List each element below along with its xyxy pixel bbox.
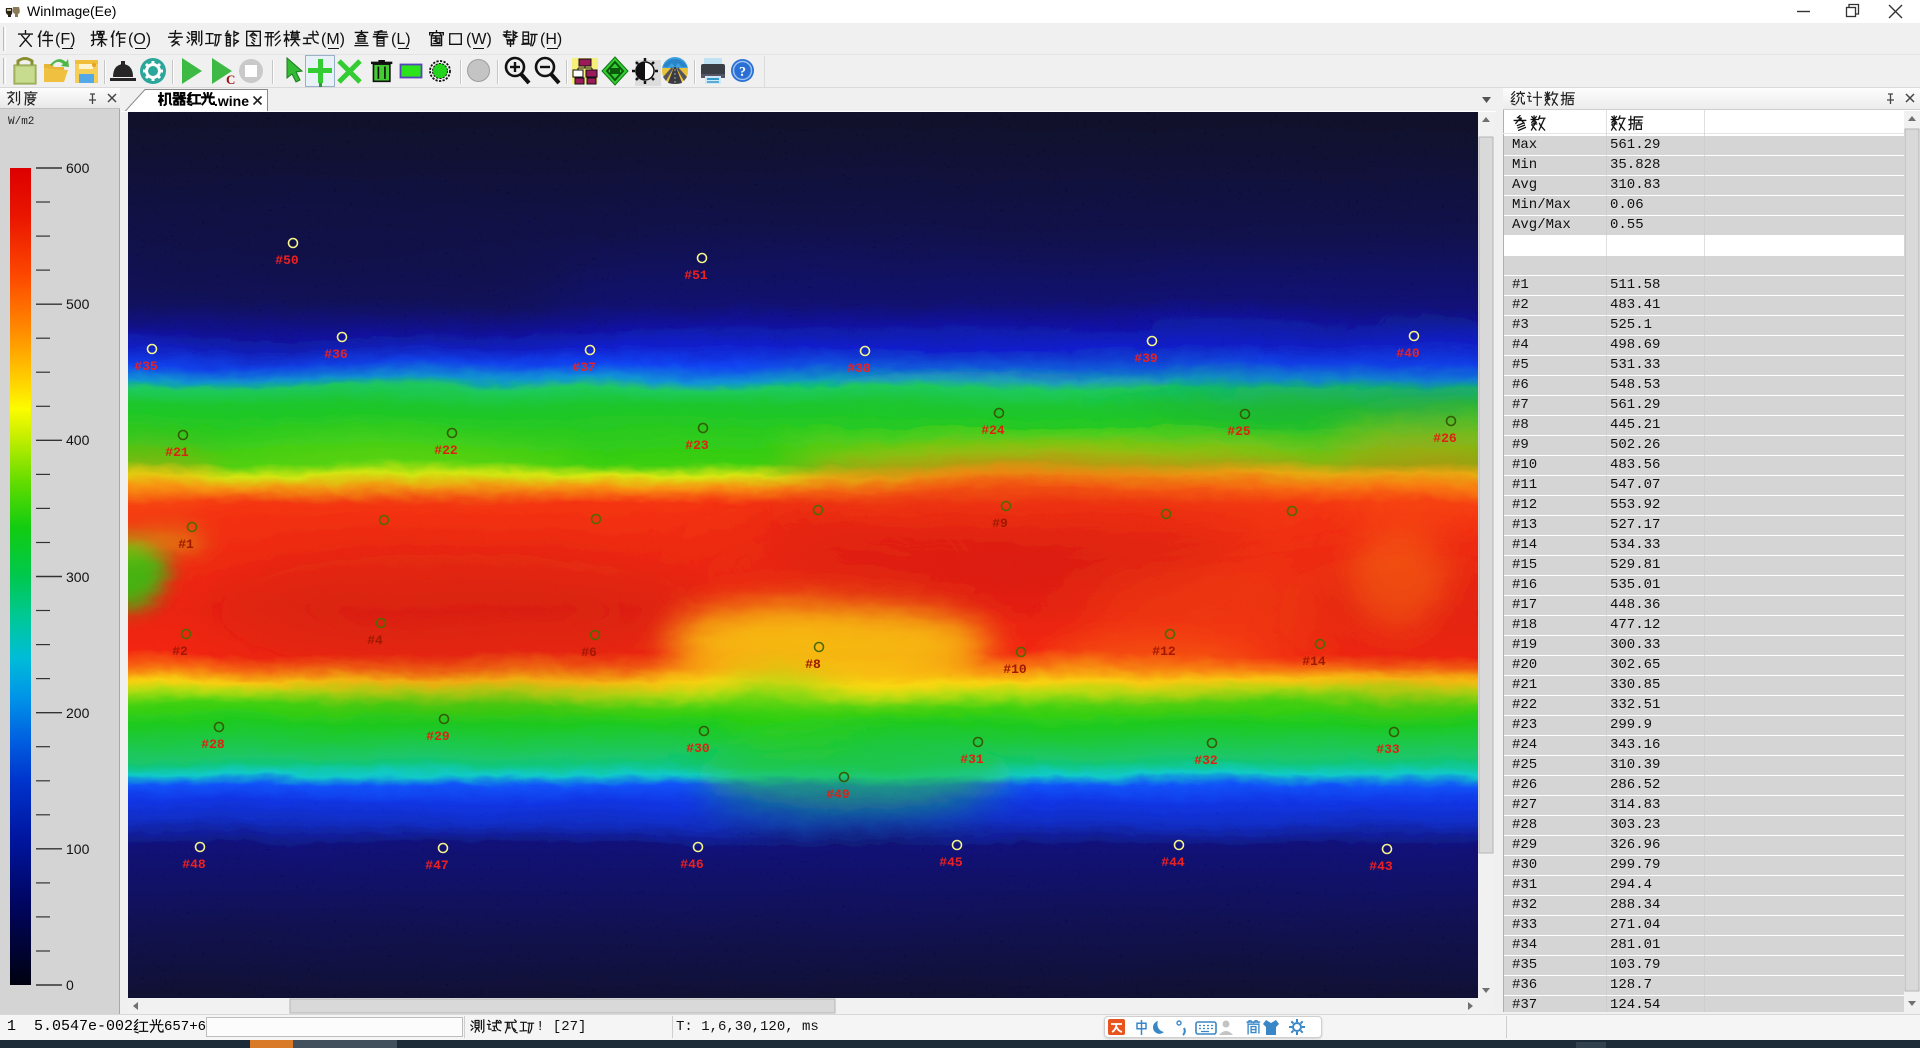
svg-text:#1: #1	[178, 537, 194, 552]
svg-text:#48: #48	[182, 857, 206, 872]
svg-text:#45: #45	[939, 855, 963, 870]
svg-text:#12: #12	[1152, 644, 1176, 659]
svg-text:#29: #29	[426, 729, 450, 744]
svg-text:#25: #25	[1227, 424, 1251, 439]
svg-text:#9: #9	[992, 516, 1008, 531]
svg-text:#23: #23	[685, 438, 709, 453]
svg-text:#31: #31	[960, 752, 984, 767]
svg-text:#14: #14	[1302, 654, 1326, 669]
svg-text:#6: #6	[581, 645, 597, 660]
svg-text:#49: #49	[826, 787, 850, 802]
svg-text:#46: #46	[680, 857, 704, 872]
svg-text:#21: #21	[165, 445, 189, 460]
svg-text:#22: #22	[434, 443, 458, 458]
svg-text:#26: #26	[1433, 431, 1457, 446]
svg-text:#50: #50	[275, 253, 299, 268]
svg-text:#33: #33	[1376, 742, 1400, 757]
svg-text:#40: #40	[1396, 346, 1420, 361]
svg-text:C: C	[226, 72, 235, 87]
svg-text:#36: #36	[324, 347, 348, 362]
svg-text:#30: #30	[686, 741, 710, 756]
svg-text:?: ?	[739, 65, 746, 80]
svg-text:#39: #39	[1134, 351, 1158, 366]
svg-text:#37: #37	[572, 360, 595, 375]
svg-text:#44: #44	[1161, 855, 1185, 870]
svg-text:#43: #43	[1369, 859, 1393, 874]
svg-text:#24: #24	[981, 423, 1005, 438]
svg-text:#2: #2	[172, 644, 188, 659]
svg-text:#35: #35	[134, 359, 158, 374]
svg-text:#47: #47	[425, 858, 448, 873]
svg-text:#32: #32	[1194, 753, 1218, 768]
svg-text:#4: #4	[367, 633, 383, 648]
svg-text:#28: #28	[201, 737, 225, 752]
svg-text:#10: #10	[1003, 662, 1027, 677]
svg-text:#38: #38	[847, 361, 871, 376]
svg-text:#51: #51	[684, 268, 708, 283]
svg-text:#8: #8	[805, 657, 821, 672]
